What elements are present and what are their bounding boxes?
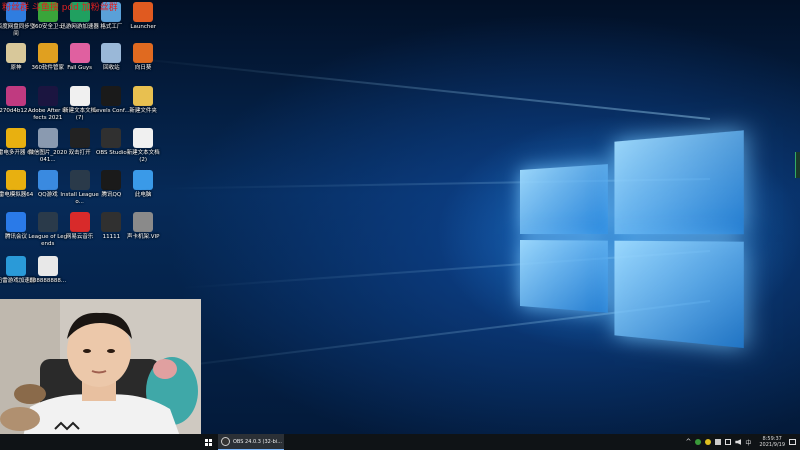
stream-watermark: 粉丝群 斗鱼搜 pdd 加粉丝群 — [2, 3, 118, 13]
winrar-icon — [6, 86, 26, 106]
text-file-icon — [133, 128, 154, 148]
image-icon — [37, 128, 58, 148]
windows-logo-pane — [520, 240, 608, 313]
after-effects-icon — [37, 86, 58, 106]
fall-guys-icon — [69, 43, 90, 63]
computer-icon — [133, 170, 154, 190]
edge-handle — [795, 152, 800, 178]
taskbar-app-obs[interactable]: OBS 24.0.3 (32-bi... — [218, 434, 284, 450]
qq-game-icon — [37, 170, 58, 190]
league-icon — [69, 170, 90, 190]
levels-icon — [101, 86, 122, 106]
windows-logo-pane — [614, 240, 744, 349]
file-icon — [37, 256, 58, 276]
emulator-icon — [6, 170, 26, 190]
obs-icon — [101, 128, 122, 148]
accelerator-icon — [6, 256, 26, 276]
music-icon — [69, 212, 90, 232]
text-file-icon — [69, 86, 90, 106]
launcher-icon — [133, 2, 154, 22]
app-icon — [69, 128, 90, 148]
desktop-icon-label: 向日葵 — [134, 65, 152, 71]
system-tray: ^ 中 8:59:37 2021/9/19 — [685, 434, 796, 450]
desktop-icon-label: 新建文本文档 (2) — [126, 150, 160, 163]
desktop-icon[interactable]: 888888888... — [29, 256, 67, 285]
taskbar-app-label: OBS 24.0.3 (32-bi... — [233, 438, 282, 445]
chevron-up-icon[interactable]: ^ — [685, 438, 691, 446]
windows-logo — [520, 103, 747, 363]
meeting-icon — [6, 212, 26, 232]
desktop-icon-label: 888888888... — [29, 278, 67, 284]
tray-app-icon[interactable] — [705, 439, 712, 445]
notification-icon[interactable] — [789, 439, 796, 445]
light-beam — [123, 56, 711, 120]
desktop-icon[interactable]: 新建文件夹 — [124, 86, 162, 115]
windows-logo-pane — [614, 130, 744, 235]
taskbar-clock[interactable]: 8:59:37 2021/9/19 — [759, 436, 785, 448]
ime-indicator[interactable]: 中 — [745, 438, 751, 447]
game-icon — [6, 43, 26, 63]
webcam-feed — [0, 299, 201, 450]
desktop-icon-label: 声卡机架.VIP — [126, 234, 160, 240]
desktop-icon-label: Launcher — [130, 24, 156, 30]
desktop-icon[interactable]: 声卡机架.VIP — [124, 212, 162, 241]
file-icon — [101, 212, 122, 232]
folder-icon — [133, 86, 154, 106]
network-icon[interactable] — [725, 439, 732, 445]
volume-icon[interactable] — [735, 439, 742, 445]
store-icon — [37, 43, 58, 63]
taskbar: OBS 24.0.3 (32-bi... ^ 中 8:59:37 2021/9/… — [0, 434, 800, 450]
qq-icon — [101, 170, 122, 190]
desktop-icon-label: 新建文件夹 — [129, 108, 157, 114]
obs-icon — [221, 437, 230, 446]
clock-date: 2021/9/19 — [759, 442, 785, 448]
sunflower-icon — [133, 43, 154, 63]
windows-logo-pane — [520, 164, 608, 235]
tray-app-icon[interactable] — [715, 439, 722, 445]
desktop-icon[interactable]: 新建文本文档 (2) — [124, 128, 162, 163]
desktop-icon-label: 此电脑 — [134, 192, 152, 198]
league-icon — [37, 212, 58, 232]
desktop-icon[interactable]: 向日葵 — [124, 43, 162, 72]
recycle-bin-icon — [101, 43, 122, 63]
desktop-icon[interactable]: 此电脑 — [124, 170, 162, 199]
webcam-overlay — [0, 299, 201, 450]
windows-icon — [204, 438, 212, 446]
soundcard-icon — [133, 212, 154, 232]
emulator-icon — [6, 128, 26, 148]
desktop-icon[interactable]: Launcher — [124, 2, 162, 31]
tray-app-icon[interactable] — [695, 439, 702, 445]
start-button[interactable] — [201, 434, 215, 450]
